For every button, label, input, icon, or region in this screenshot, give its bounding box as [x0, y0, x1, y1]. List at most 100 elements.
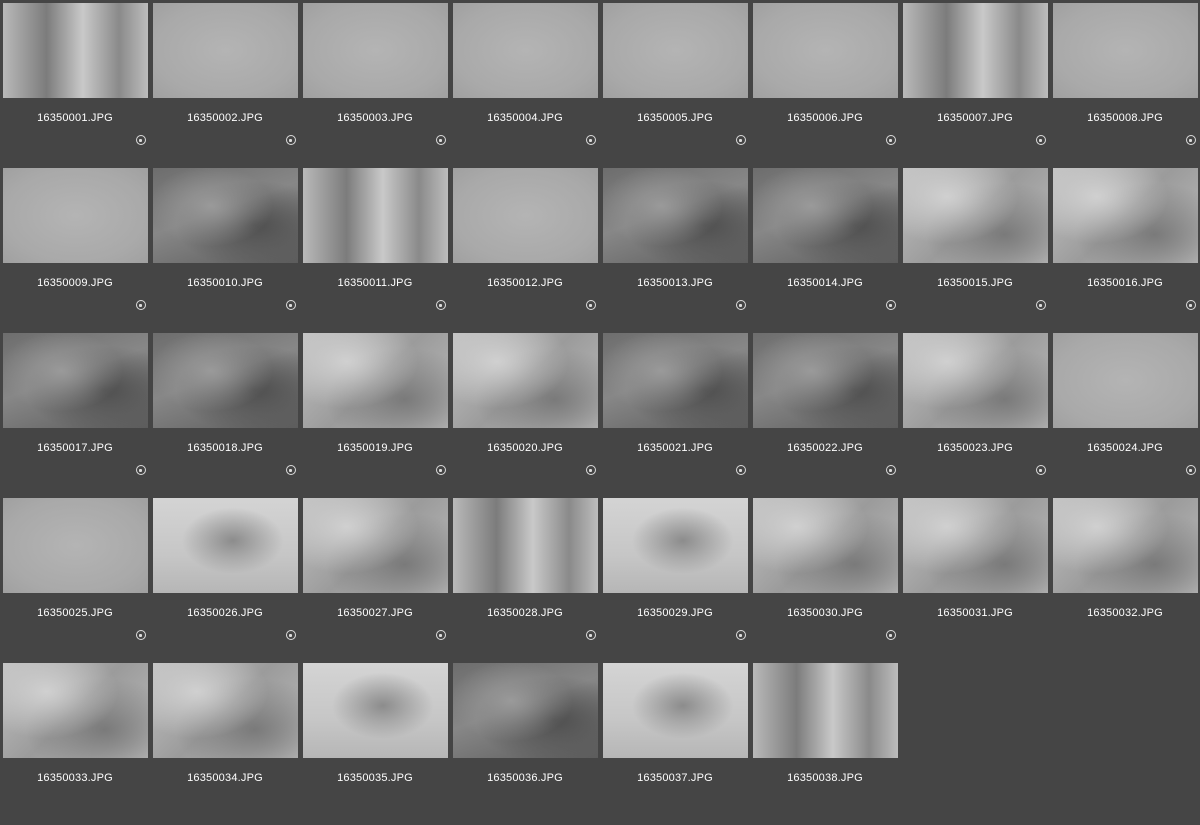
thumbnail-item[interactable]: 16350004.JPG — [450, 0, 600, 165]
thumbnail-item[interactable]: 16350032.JPG — [1050, 495, 1200, 660]
thumbnail-image[interactable] — [453, 333, 598, 428]
thumbnail-filename[interactable]: 16350032.JPG — [1050, 607, 1200, 619]
thumbnail-item[interactable]: 16350024.JPG — [1050, 330, 1200, 495]
thumbnail-image[interactable] — [153, 333, 298, 428]
lock-icon[interactable] — [736, 135, 746, 145]
thumbnail-filename[interactable]: 16350008.JPG — [1050, 112, 1200, 124]
thumbnail-image[interactable] — [303, 3, 448, 98]
thumbnail-filename[interactable]: 16350003.JPG — [300, 112, 450, 124]
thumbnail-filename[interactable]: 16350037.JPG — [600, 772, 750, 784]
thumbnail-image[interactable] — [753, 333, 898, 428]
thumbnail-item[interactable]: 16350011.JPG — [300, 165, 450, 330]
thumbnail-image[interactable] — [603, 333, 748, 428]
thumbnail-image[interactable] — [303, 498, 448, 593]
thumbnail-image[interactable] — [903, 498, 1048, 593]
thumbnail-filename[interactable]: 16350016.JPG — [1050, 277, 1200, 289]
thumbnail-filename[interactable]: 16350018.JPG — [150, 442, 300, 454]
lock-icon[interactable] — [136, 630, 146, 640]
thumbnail-filename[interactable]: 16350030.JPG — [750, 607, 900, 619]
thumbnail-item[interactable]: 16350022.JPG — [750, 330, 900, 495]
thumbnail-filename[interactable]: 16350036.JPG — [450, 772, 600, 784]
thumbnail-image[interactable] — [453, 663, 598, 758]
thumbnail-item[interactable]: 16350016.JPG — [1050, 165, 1200, 330]
thumbnail-filename[interactable]: 16350027.JPG — [300, 607, 450, 619]
lock-icon[interactable] — [586, 135, 596, 145]
thumbnail-item[interactable]: 16350029.JPG — [600, 495, 750, 660]
thumbnail-image[interactable] — [753, 663, 898, 758]
lock-icon[interactable] — [436, 465, 446, 475]
thumbnail-image[interactable] — [3, 663, 148, 758]
thumbnail-item[interactable]: 16350019.JPG — [300, 330, 450, 495]
thumbnail-image[interactable] — [3, 498, 148, 593]
thumbnail-filename[interactable]: 16350004.JPG — [450, 112, 600, 124]
lock-icon[interactable] — [1036, 300, 1046, 310]
lock-icon[interactable] — [886, 465, 896, 475]
lock-icon[interactable] — [586, 465, 596, 475]
lock-icon[interactable] — [1036, 135, 1046, 145]
thumbnail-filename[interactable]: 16350038.JPG — [750, 772, 900, 784]
lock-icon[interactable] — [736, 465, 746, 475]
thumbnail-filename[interactable]: 16350012.JPG — [450, 277, 600, 289]
thumbnail-filename[interactable]: 16350005.JPG — [600, 112, 750, 124]
lock-icon[interactable] — [586, 300, 596, 310]
thumbnail-image[interactable] — [453, 498, 598, 593]
thumbnail-filename[interactable]: 16350017.JPG — [0, 442, 150, 454]
thumbnail-item[interactable]: 16350008.JPG — [1050, 0, 1200, 165]
lock-icon[interactable] — [286, 465, 296, 475]
thumbnail-image[interactable] — [3, 333, 148, 428]
thumbnail-image[interactable] — [603, 3, 748, 98]
thumbnail-item[interactable]: 16350015.JPG — [900, 165, 1050, 330]
lock-icon[interactable] — [436, 135, 446, 145]
thumbnail-image[interactable] — [303, 663, 448, 758]
thumbnail-image[interactable] — [753, 498, 898, 593]
lock-icon[interactable] — [886, 300, 896, 310]
thumbnail-item[interactable]: 16350038.JPG — [750, 660, 900, 825]
thumbnail-filename[interactable]: 16350020.JPG — [450, 442, 600, 454]
thumbnail-item[interactable]: 16350021.JPG — [600, 330, 750, 495]
thumbnail-item[interactable]: 16350030.JPG — [750, 495, 900, 660]
thumbnail-filename[interactable]: 16350011.JPG — [300, 277, 450, 289]
lock-icon[interactable] — [286, 135, 296, 145]
thumbnail-image[interactable] — [3, 3, 148, 98]
thumbnail-item[interactable]: 16350001.JPG — [0, 0, 150, 165]
thumbnail-image[interactable] — [3, 168, 148, 263]
thumbnail-filename[interactable]: 16350023.JPG — [900, 442, 1050, 454]
thumbnail-image[interactable] — [753, 3, 898, 98]
thumbnail-image[interactable] — [1053, 3, 1198, 98]
thumbnail-item[interactable]: 16350018.JPG — [150, 330, 300, 495]
thumbnail-filename[interactable]: 16350035.JPG — [300, 772, 450, 784]
thumbnail-filename[interactable]: 16350022.JPG — [750, 442, 900, 454]
thumbnail-filename[interactable]: 16350002.JPG — [150, 112, 300, 124]
lock-icon[interactable] — [136, 135, 146, 145]
thumbnail-image[interactable] — [153, 498, 298, 593]
thumbnail-image[interactable] — [603, 498, 748, 593]
thumbnail-image[interactable] — [453, 3, 598, 98]
thumbnail-item[interactable]: 16350027.JPG — [300, 495, 450, 660]
thumbnail-filename[interactable]: 16350014.JPG — [750, 277, 900, 289]
thumbnail-filename[interactable]: 16350028.JPG — [450, 607, 600, 619]
thumbnail-filename[interactable]: 16350031.JPG — [900, 607, 1050, 619]
lock-icon[interactable] — [436, 630, 446, 640]
lock-icon[interactable] — [136, 300, 146, 310]
thumbnail-filename[interactable]: 16350033.JPG — [0, 772, 150, 784]
lock-icon[interactable] — [136, 465, 146, 475]
thumbnail-image[interactable] — [1053, 498, 1198, 593]
thumbnail-item[interactable]: 16350003.JPG — [300, 0, 450, 165]
thumbnail-image[interactable] — [453, 168, 598, 263]
thumbnail-item[interactable]: 16350034.JPG — [150, 660, 300, 825]
thumbnail-item[interactable]: 16350033.JPG — [0, 660, 150, 825]
lock-icon[interactable] — [1036, 465, 1046, 475]
thumbnail-item[interactable]: 16350006.JPG — [750, 0, 900, 165]
thumbnail-item[interactable]: 16350013.JPG — [600, 165, 750, 330]
thumbnail-item[interactable]: 16350005.JPG — [600, 0, 750, 165]
thumbnail-filename[interactable]: 16350024.JPG — [1050, 442, 1200, 454]
lock-icon[interactable] — [286, 630, 296, 640]
thumbnail-image[interactable] — [303, 333, 448, 428]
thumbnail-item[interactable]: 16350025.JPG — [0, 495, 150, 660]
lock-icon[interactable] — [886, 630, 896, 640]
thumbnail-item[interactable]: 16350012.JPG — [450, 165, 600, 330]
thumbnail-filename[interactable]: 16350015.JPG — [900, 277, 1050, 289]
thumbnail-filename[interactable]: 16350013.JPG — [600, 277, 750, 289]
thumbnail-image[interactable] — [903, 333, 1048, 428]
thumbnail-filename[interactable]: 16350010.JPG — [150, 277, 300, 289]
